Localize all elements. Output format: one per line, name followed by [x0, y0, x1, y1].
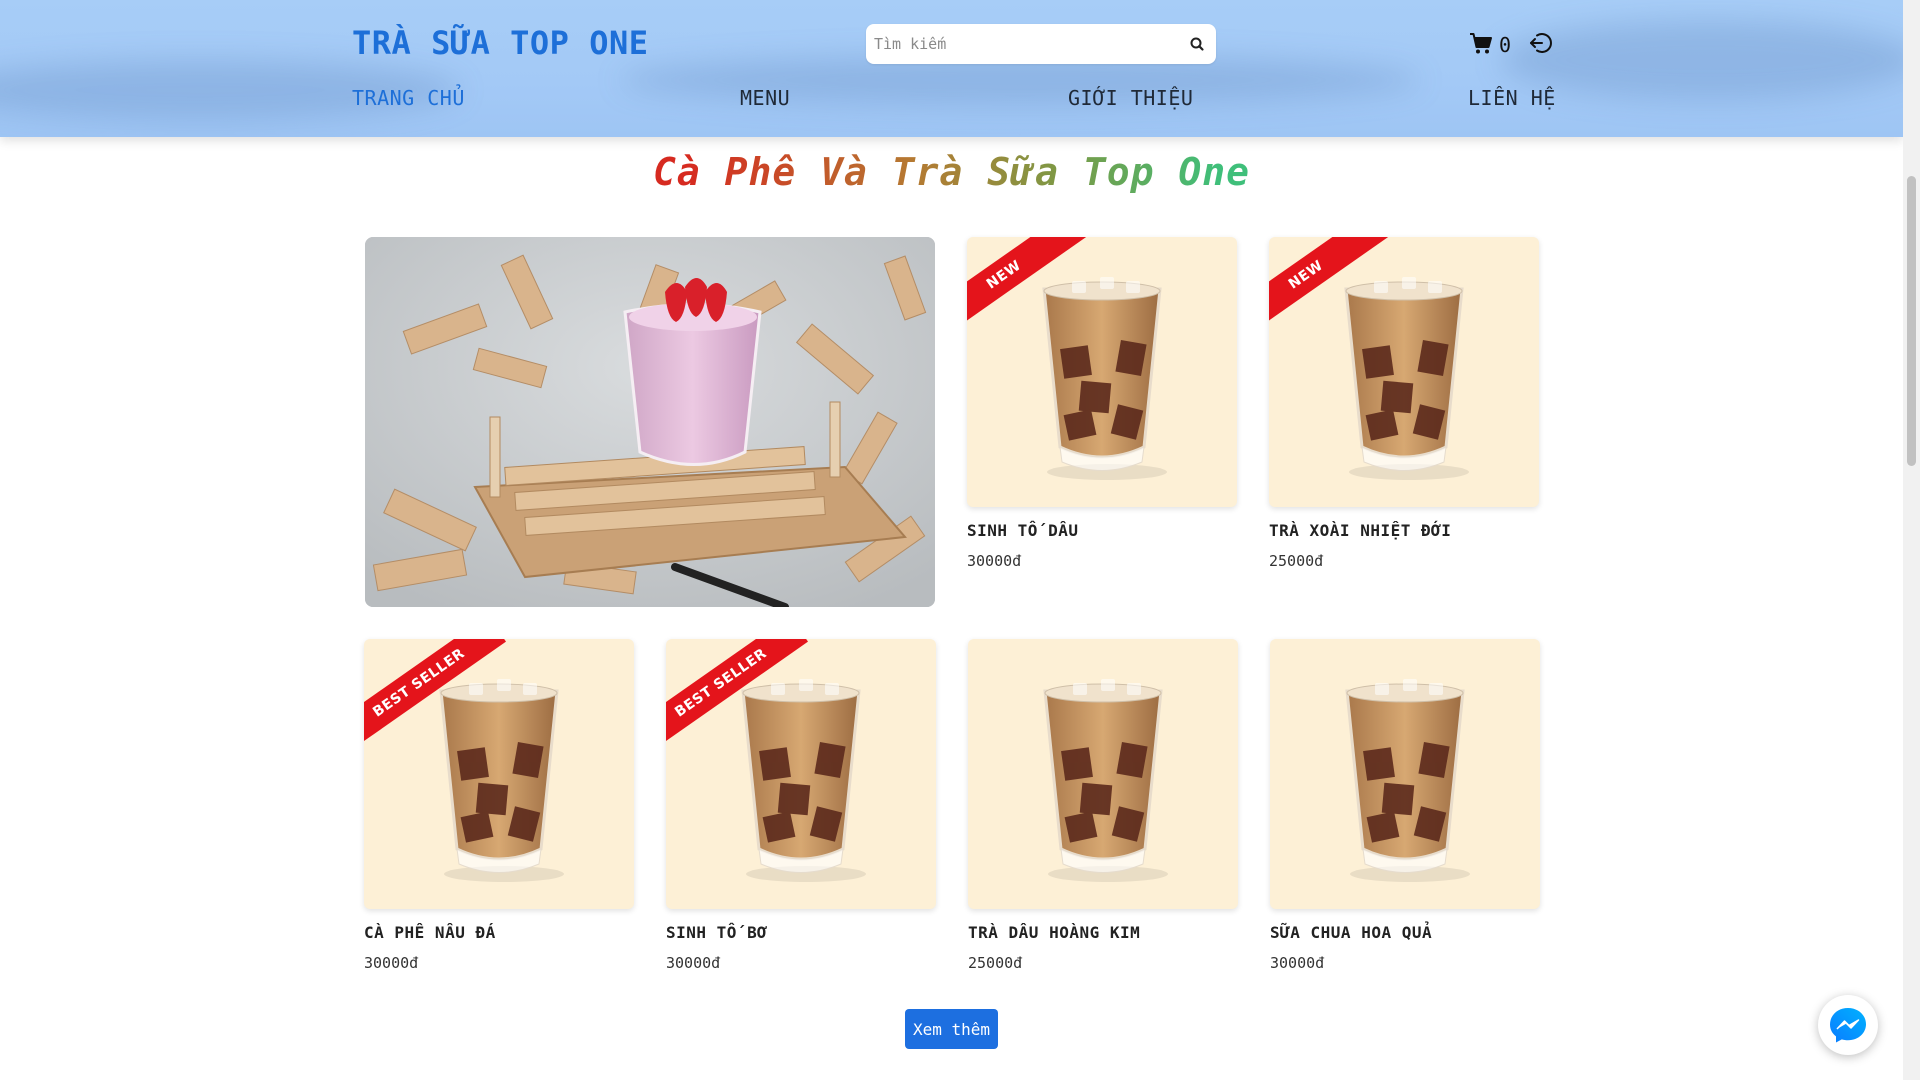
product-price: 25000đ — [968, 954, 1023, 972]
search-box — [866, 24, 1216, 64]
product-price: 25000đ — [1269, 552, 1324, 570]
iced-coffee-glass-image — [741, 679, 866, 882]
product-card[interactable]: NEW SINH TỐ DÂU 30000đ — [967, 237, 1237, 570]
product-image[interactable]: BEST SELLER — [666, 639, 936, 909]
product-image[interactable]: NEW — [1269, 237, 1539, 507]
iced-coffee-glass-image — [1345, 679, 1470, 882]
product-card[interactable]: BEST SELLER SINH TỐ BƠ 30000đ — [666, 639, 936, 972]
product-price: 30000đ — [364, 954, 419, 972]
product-image[interactable] — [1270, 639, 1540, 909]
product-card[interactable]: TRÀ DÂU HOÀNG KIM 25000đ — [968, 639, 1238, 972]
product-name[interactable]: TRÀ XOÀI NHIỆT ĐỚI — [1269, 521, 1539, 540]
page-scrollbar[interactable] — [1903, 0, 1920, 1080]
iced-coffee-glass-image — [439, 679, 564, 882]
iced-coffee-glass-image — [1344, 277, 1469, 480]
product-price: 30000đ — [967, 552, 1022, 570]
nav-menu[interactable]: MENU — [740, 86, 790, 110]
strawberry-smoothie-photo — [365, 237, 935, 607]
nav-home[interactable]: TRANG CHỦ — [352, 86, 465, 110]
see-more-button[interactable]: Xem thêm — [905, 1009, 998, 1049]
product-image[interactable] — [968, 639, 1238, 909]
cart-button[interactable]: 0 — [1469, 30, 1511, 60]
product-card[interactable]: BEST SELLER CÀ PHÊ NÂU ĐÁ 30000đ — [364, 639, 634, 972]
product-image[interactable]: NEW — [967, 237, 1237, 507]
nav-about[interactable]: GIỚI THIỆU — [1068, 86, 1193, 110]
site-header: TRÀ SỮA TOP ONE 0 TRANG CHỦ MENU — [0, 0, 1903, 137]
logout-icon[interactable] — [1528, 30, 1554, 56]
product-name[interactable]: SINH TỐ DÂU — [967, 521, 1237, 540]
product-name[interactable]: SINH TỐ BƠ — [666, 923, 936, 942]
search-icon[interactable] — [1186, 33, 1208, 55]
messenger-chat-button[interactable] — [1818, 995, 1878, 1055]
product-card[interactable]: NEW TRÀ XOÀI NHIỆT ĐỚI 25000đ — [1269, 237, 1539, 570]
messenger-icon — [1830, 1008, 1866, 1043]
product-name[interactable]: CÀ PHÊ NÂU ĐÁ — [364, 923, 634, 942]
scrollbar-thumb[interactable] — [1907, 176, 1916, 466]
product-name[interactable]: TRÀ DÂU HOÀNG KIM — [968, 923, 1238, 942]
section-title: Cà Phê Và Trà Sữa Top One — [0, 150, 1903, 194]
product-card[interactable]: SỮA CHUA HOA QUẢ 30000đ — [1270, 639, 1540, 972]
search-input[interactable] — [866, 24, 1174, 64]
product-image[interactable]: BEST SELLER — [364, 639, 634, 909]
iced-coffee-glass-image — [1042, 277, 1167, 480]
brand-logo[interactable]: TRÀ SỮA TOP ONE — [352, 24, 648, 62]
header-background-wave — [1500, 20, 1903, 100]
nav-contact[interactable]: LIÊN HỆ — [1468, 86, 1556, 110]
product-price: 30000đ — [666, 954, 721, 972]
product-price: 30000đ — [1270, 954, 1325, 972]
featured-image[interactable] — [365, 237, 935, 607]
cart-icon — [1469, 31, 1493, 59]
cart-count: 0 — [1499, 33, 1512, 57]
iced-coffee-glass-image — [1043, 679, 1168, 882]
product-name[interactable]: SỮA CHUA HOA QUẢ — [1270, 923, 1540, 942]
